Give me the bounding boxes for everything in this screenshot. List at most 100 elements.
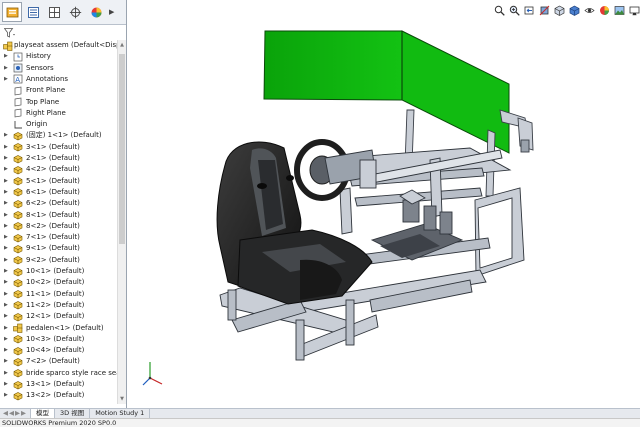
tree-item[interactable]: ▶ 2<1> (Default): [0, 153, 117, 164]
more-tabs-arrow-icon[interactable]: ▶: [109, 8, 114, 16]
expand-arrow-icon[interactable]: ▶: [4, 201, 9, 206]
tab-property-manager[interactable]: [23, 2, 43, 22]
tree-scrollbar[interactable]: ▲ ▼: [117, 40, 126, 404]
monitor-left[interactable]: [263, 30, 403, 101]
steering-wheel[interactable]: [294, 139, 377, 201]
expand-arrow-icon[interactable]: ▶: [4, 54, 9, 59]
tab-dimxpert-manager[interactable]: [65, 2, 85, 22]
history-icon: [13, 52, 23, 62]
tree-item-label: 9<2> (Default): [26, 255, 80, 264]
tree-item[interactable]: Origin: [0, 119, 117, 130]
tree-item[interactable]: ▶ 11<1> (Default): [0, 289, 117, 300]
expand-arrow-icon[interactable]: ▶: [4, 370, 9, 376]
graphics-area[interactable]: [128, 0, 640, 408]
tree-item-label: 10<3> (Default): [26, 334, 85, 343]
tab-configuration-manager[interactable]: [44, 2, 64, 22]
tree-item-label: (固定) 1<1> (Default): [26, 131, 102, 140]
tab-scroll-arrows-icon[interactable]: ◀◀▶▶: [0, 409, 31, 418]
expand-arrow-icon[interactable]: ▶: [4, 302, 9, 308]
expand-arrow-icon[interactable]: ▶: [4, 212, 9, 218]
tree-item[interactable]: ▶ 11<2> (Default): [0, 300, 117, 311]
tree-item[interactable]: ▶ 6<2> (Default): [0, 198, 117, 209]
expand-arrow-icon[interactable]: ▶: [4, 133, 9, 138]
feature-manager-panel: ▶ playseat assem (Default<Display ▶ Histo…: [0, 0, 127, 408]
part-icon: [13, 391, 23, 401]
tree-item[interactable]: ▶ 13<2> (Default): [0, 390, 117, 401]
expand-arrow-icon[interactable]: ▶: [4, 156, 9, 161]
tab-motion-study[interactable]: Motion Study 1: [90, 409, 151, 418]
expand-arrow-icon[interactable]: ▶: [4, 65, 9, 71]
tree-filter-row[interactable]: [0, 26, 126, 40]
tree-item[interactable]: ▶ 10<4> (Default): [0, 345, 117, 356]
expand-arrow-icon[interactable]: ▶: [4, 257, 9, 263]
part-icon: [13, 267, 23, 277]
scroll-up-arrow-icon[interactable]: ▲: [119, 42, 125, 48]
status-bar: SOLIDWORKS Premium 2020 SP0.0: [0, 418, 640, 427]
monitor-screens[interactable]: [263, 30, 510, 154]
expand-arrow-icon[interactable]: ▶: [4, 269, 9, 274]
tree-item[interactable]: ▶ 9<2> (Default): [0, 255, 117, 266]
tree-item[interactable]: ▶ 9<1> (Default): [0, 243, 117, 254]
tree-item-label: 9<1> (Default): [26, 244, 80, 253]
tree-item[interactable]: ▶ 8<2> (Default): [0, 221, 117, 232]
tree-item[interactable]: ▶ 10<1> (Default): [0, 266, 117, 277]
tree-item[interactable]: Front Plane: [0, 85, 117, 96]
plane-icon: [13, 97, 23, 107]
tab-feature-manager[interactable]: [2, 2, 22, 22]
tree-root-item[interactable]: playseat assem (Default<Display: [0, 40, 117, 51]
tree-item[interactable]: ▶ (固定) 1<1> (Default): [0, 130, 117, 141]
tree-item[interactable]: ▶ pedalen<1> (Default): [0, 323, 117, 334]
tree-item[interactable]: ▶ 13<1> (Default): [0, 379, 117, 390]
tree-item[interactable]: ▶ A Annotations: [0, 74, 117, 85]
tree-item[interactable]: Right Plane: [0, 108, 117, 119]
expand-arrow-icon[interactable]: ▶: [4, 325, 9, 331]
expand-arrow-icon[interactable]: ▶: [4, 189, 9, 195]
expand-arrow-icon[interactable]: ▶: [4, 336, 9, 342]
expand-arrow-icon[interactable]: ▶: [4, 167, 9, 172]
tree-item-label: 6<2> (Default): [26, 199, 80, 208]
tab-display-manager[interactable]: [86, 2, 106, 22]
model-view[interactable]: [128, 0, 640, 408]
tree-item[interactable]: ▶ History: [0, 51, 117, 62]
tree-item[interactable]: ▶ 10<2> (Default): [0, 277, 117, 288]
scrollbar-thumb[interactable]: [119, 54, 125, 244]
tree-item[interactable]: ▶ 4<2> (Default): [0, 164, 117, 175]
tree-item[interactable]: ▶ 5<1> (Default): [0, 176, 117, 187]
part-icon: [13, 289, 23, 299]
tree-item[interactable]: ▶ 7<1> (Default): [0, 232, 117, 243]
assembly-icon: [3, 41, 13, 51]
expand-arrow-icon[interactable]: ▶: [4, 291, 9, 297]
tree-item-label: 8<1> (Default): [26, 210, 80, 219]
expand-arrow-icon[interactable]: ▶: [4, 280, 9, 285]
tab-model[interactable]: 模型: [31, 409, 55, 418]
tree-item[interactable]: ▶ 7<2> (Default): [0, 356, 117, 367]
tree-item-label: Sensors: [26, 63, 54, 72]
tree-item[interactable]: ▶ 6<1> (Default): [0, 187, 117, 198]
expand-arrow-icon[interactable]: ▶: [4, 235, 9, 240]
expand-arrow-icon[interactable]: ▶: [4, 76, 9, 82]
tree-item[interactable]: ▶ 12<1> (Default): [0, 311, 117, 322]
part-icon: [13, 380, 23, 390]
filter-funnel-icon[interactable]: [4, 28, 16, 38]
tree-item[interactable]: Top Plane: [0, 97, 117, 108]
tree-item[interactable]: ▶ bride sparco style race seat<: [0, 368, 117, 379]
expand-arrow-icon[interactable]: ▶: [4, 144, 9, 150]
tree-item[interactable]: ▶ 10<3> (Default): [0, 334, 117, 345]
part-icon: [13, 210, 23, 220]
expand-arrow-icon[interactable]: ▶: [4, 393, 9, 398]
part-icon: [13, 199, 23, 209]
tab-3d-views[interactable]: 3D 视图: [55, 409, 91, 418]
tree-item[interactable]: ▶ 3<1> (Default): [0, 142, 117, 153]
expand-arrow-icon[interactable]: ▶: [4, 246, 9, 251]
tree-item[interactable]: ▶ Sensors: [0, 63, 117, 74]
scroll-down-arrow-icon[interactable]: ▼: [119, 396, 125, 402]
expand-arrow-icon[interactable]: ▶: [4, 223, 9, 229]
expand-arrow-icon[interactable]: ▶: [4, 314, 9, 319]
expand-arrow-icon[interactable]: ▶: [4, 359, 9, 364]
crosshair-icon: [69, 6, 81, 18]
expand-arrow-icon[interactable]: ▶: [4, 348, 9, 353]
expand-arrow-icon[interactable]: ▶: [4, 178, 9, 184]
feature-tree: playseat assem (Default<Display ▶ History…: [0, 40, 117, 404]
expand-arrow-icon[interactable]: ▶: [4, 382, 9, 387]
tree-item[interactable]: ▶ 8<1> (Default): [0, 210, 117, 221]
